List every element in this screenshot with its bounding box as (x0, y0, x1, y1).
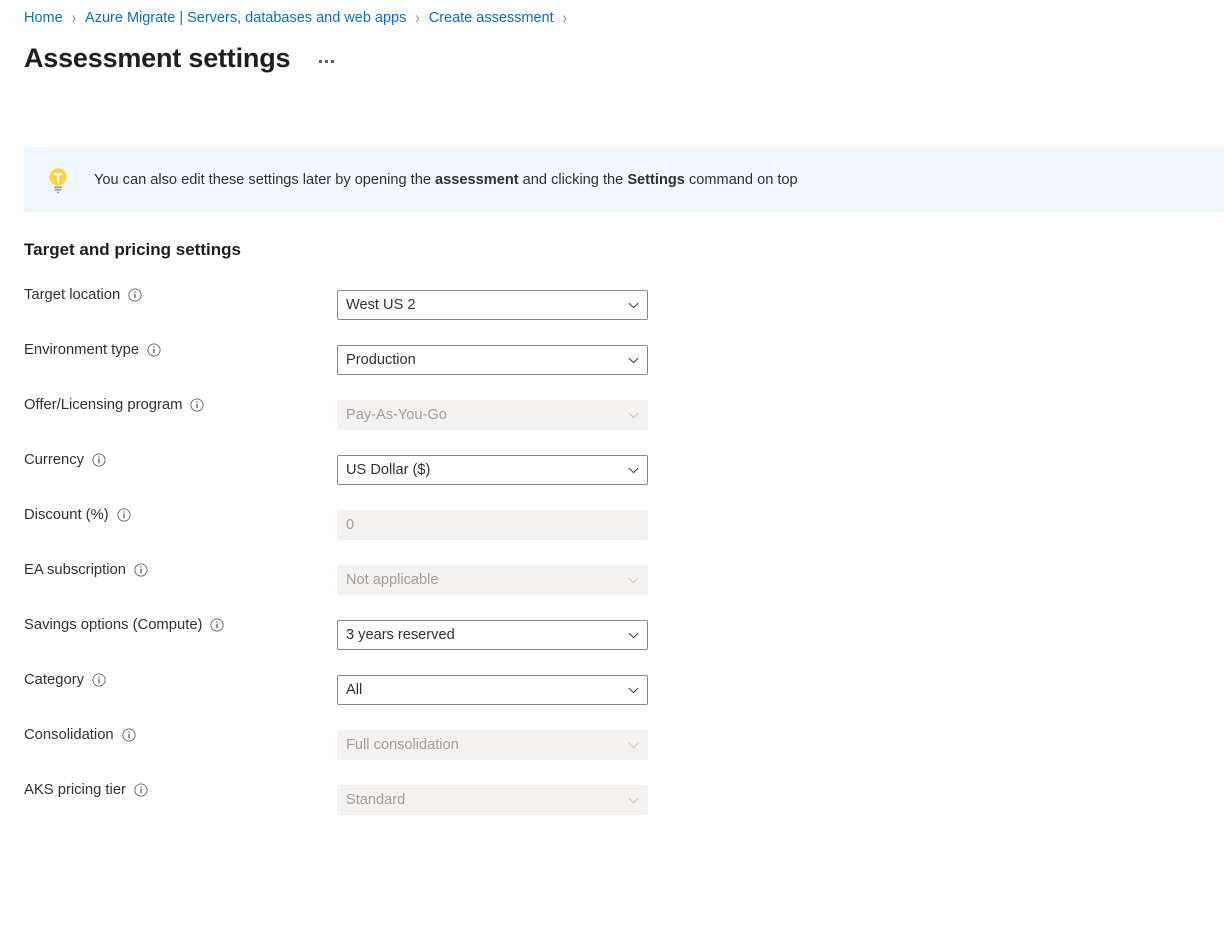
info-icon-target-location[interactable] (128, 288, 142, 302)
form-row-currency: Currency US Dollar ($) (0, 448, 1224, 503)
label-discount-percent: Discount (%) (24, 505, 131, 525)
breadcrumb-separator-icon: › (415, 6, 419, 31)
form-row-consolidation: Consolidation Full consolidation (0, 723, 1224, 778)
chevron-down-icon[interactable] (619, 456, 647, 484)
dropdown-offer-licensing-program: Pay-As-You-Go (337, 400, 648, 430)
input-discount-percent: 0 (337, 510, 648, 540)
breadcrumb: Home › Azure Migrate | Servers, databases … (24, 8, 576, 28)
label-text: Target location (24, 285, 120, 305)
label-text: Discount (%) (24, 505, 109, 525)
chevron-down-icon (619, 401, 647, 429)
info-banner: You can also edit these settings later b… (24, 147, 1224, 212)
info-icon-ea-subscription[interactable] (134, 563, 148, 577)
field-value: Not applicable (338, 571, 619, 589)
dropdown-aks-pricing-tier: Standard (337, 785, 648, 815)
dropdown-category[interactable]: All (337, 675, 648, 705)
dropdown-environment-type[interactable]: Production (337, 345, 648, 375)
chevron-down-icon (619, 731, 647, 759)
field-value: Standard (338, 791, 619, 809)
more-menu-icon[interactable] (312, 47, 340, 75)
label-text: Currency (24, 450, 84, 470)
breadcrumb-separator-icon: › (563, 6, 567, 31)
dropdown-ea-subscription: Not applicable (337, 565, 648, 595)
breadcrumb-separator-icon: › (72, 6, 76, 31)
chevron-down-icon (619, 566, 647, 594)
info-icon-category[interactable] (92, 673, 106, 687)
dropdown-target-location[interactable]: West US 2 (337, 290, 648, 320)
field-value: West US 2 (338, 296, 619, 314)
breadcrumb-link-0[interactable]: Home (24, 8, 63, 28)
page-title: Assessment settings (24, 41, 290, 75)
label-text: Consolidation (24, 725, 114, 745)
field-value: Pay-As-You-Go (338, 406, 619, 424)
settings-form: Target location West US 2 Environment type… (0, 283, 1224, 833)
label-savings-options-compute: Savings options (Compute) (24, 615, 224, 635)
dropdown-consolidation: Full consolidation (337, 730, 648, 760)
form-row-savings-options-compute: Savings options (Compute) 3 years reserve… (0, 613, 1224, 668)
form-row-target-location: Target location West US 2 (0, 283, 1224, 338)
label-text: Category (24, 670, 84, 690)
info-icon-currency[interactable] (92, 453, 106, 467)
form-row-category: Category All (0, 668, 1224, 723)
chevron-down-icon[interactable] (619, 676, 647, 704)
form-row-environment-type: Environment type Production (0, 338, 1224, 393)
label-text: Offer/Licensing program (24, 395, 182, 415)
label-text: EA subscription (24, 560, 126, 580)
label-consolidation: Consolidation (24, 725, 136, 745)
ellipsis-dot (325, 60, 328, 63)
info-icon-consolidation[interactable] (122, 728, 136, 742)
form-row-discount-percent: Discount (%) 0 (0, 503, 1224, 558)
field-value: US Dollar ($) (338, 461, 619, 479)
info-icon-environment-type[interactable] (147, 343, 161, 357)
label-ea-subscription: EA subscription (24, 560, 148, 580)
field-value: Full consolidation (338, 736, 619, 754)
label-text: Savings options (Compute) (24, 615, 202, 635)
label-aks-pricing-tier: AKS pricing tier (24, 780, 148, 800)
info-icon-aks-pricing-tier[interactable] (134, 783, 148, 797)
info-banner-text: You can also edit these settings later b… (94, 170, 798, 190)
banner-bold-assessment: assessment (435, 172, 519, 188)
banner-text-part-2: and clicking the (519, 172, 628, 188)
label-offer-licensing-program: Offer/Licensing program (24, 395, 204, 415)
chevron-down-icon[interactable] (619, 291, 647, 319)
form-row-offer-licensing-program: Offer/Licensing program Pay-As-You-Go (0, 393, 1224, 448)
page-header: Assessment settings (24, 41, 340, 75)
label-text: Environment type (24, 340, 139, 360)
field-value: Production (338, 351, 619, 369)
dropdown-currency[interactable]: US Dollar ($) (337, 455, 648, 485)
info-icon-savings-options-compute[interactable] (210, 618, 224, 632)
label-target-location: Target location (24, 285, 142, 305)
info-icon-offer-licensing-program[interactable] (190, 398, 204, 412)
field-value: 3 years reserved (338, 626, 619, 644)
breadcrumb-link-2[interactable]: Create assessment (429, 8, 554, 28)
field-value: 0 (338, 516, 647, 534)
breadcrumb-link-1[interactable]: Azure Migrate | Servers, databases and w… (85, 8, 406, 28)
form-row-ea-subscription: EA subscription Not applicable (0, 558, 1224, 613)
label-currency: Currency (24, 450, 106, 470)
lightbulb-icon (44, 165, 72, 195)
banner-text-part-3: command on top (685, 172, 798, 188)
chevron-down-icon[interactable] (619, 346, 647, 374)
label-environment-type: Environment type (24, 340, 161, 360)
label-category: Category (24, 670, 106, 690)
info-icon-discount-percent[interactable] (117, 508, 131, 522)
dropdown-savings-options-compute[interactable]: 3 years reserved (337, 620, 648, 650)
section-heading-target-and-pricing: Target and pricing settings (24, 240, 241, 260)
chevron-down-icon (619, 786, 647, 814)
label-text: AKS pricing tier (24, 780, 126, 800)
chevron-down-icon[interactable] (619, 621, 647, 649)
form-row-aks-pricing-tier: AKS pricing tier Standard (0, 778, 1224, 833)
banner-text-part-1: You can also edit these settings later b… (94, 172, 435, 188)
ellipsis-dot (331, 60, 334, 63)
ellipsis-dot (319, 60, 322, 63)
banner-bold-settings: Settings (627, 172, 685, 188)
field-value: All (338, 681, 619, 699)
